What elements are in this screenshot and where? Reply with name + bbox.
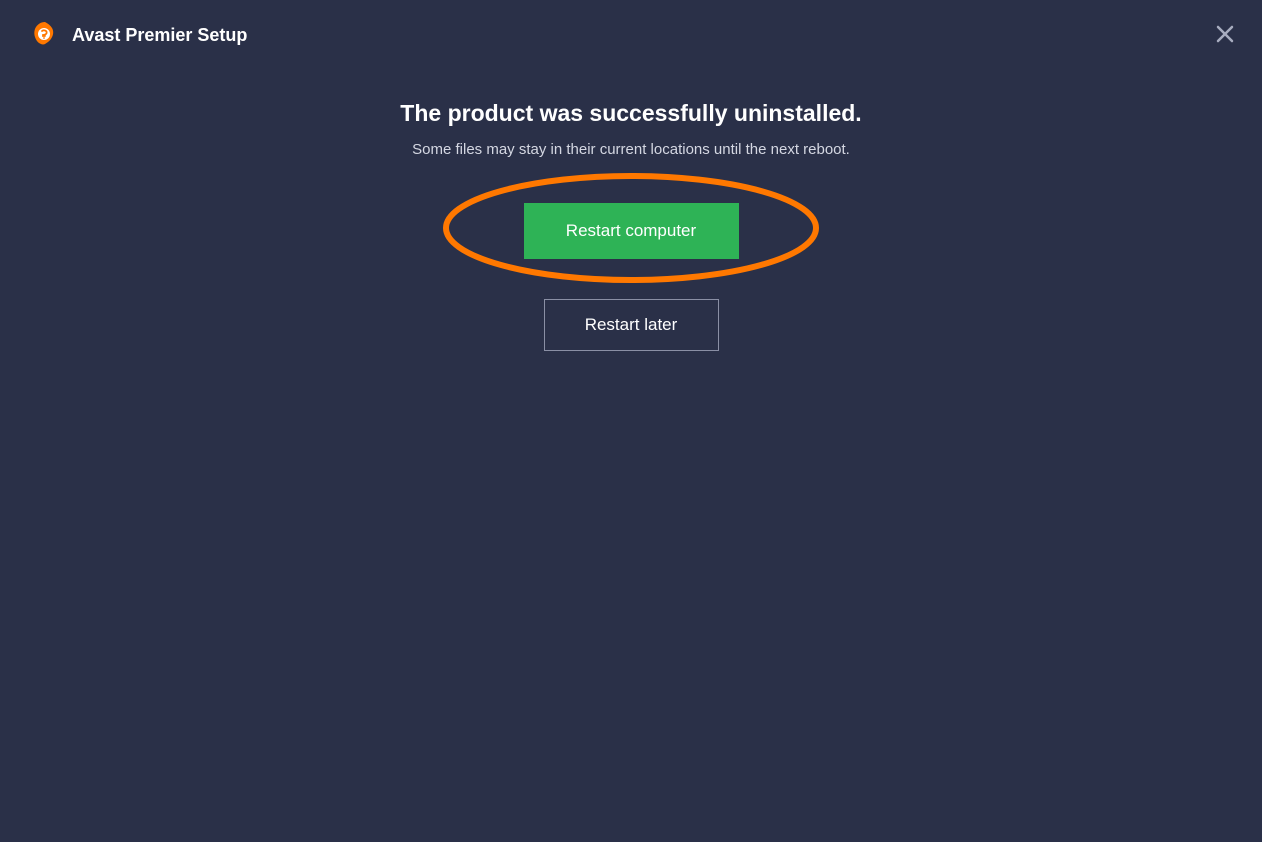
app-title: Avast Premier Setup	[72, 25, 247, 46]
header: Avast Premier Setup	[0, 0, 1262, 70]
avast-logo-icon	[30, 20, 60, 50]
restart-later-button[interactable]: Restart later	[544, 299, 719, 351]
close-icon	[1216, 25, 1234, 43]
page-heading: The product was successfully uninstalled…	[400, 100, 861, 127]
logo-wrapper: Avast Premier Setup	[30, 20, 247, 50]
main-content: The product was successfully uninstalled…	[0, 70, 1262, 351]
page-subtext: Some files may stay in their current loc…	[412, 141, 850, 158]
restart-computer-button[interactable]: Restart computer	[524, 203, 739, 259]
close-button[interactable]	[1213, 22, 1237, 46]
button-area: Restart computer Restart later	[524, 203, 739, 351]
